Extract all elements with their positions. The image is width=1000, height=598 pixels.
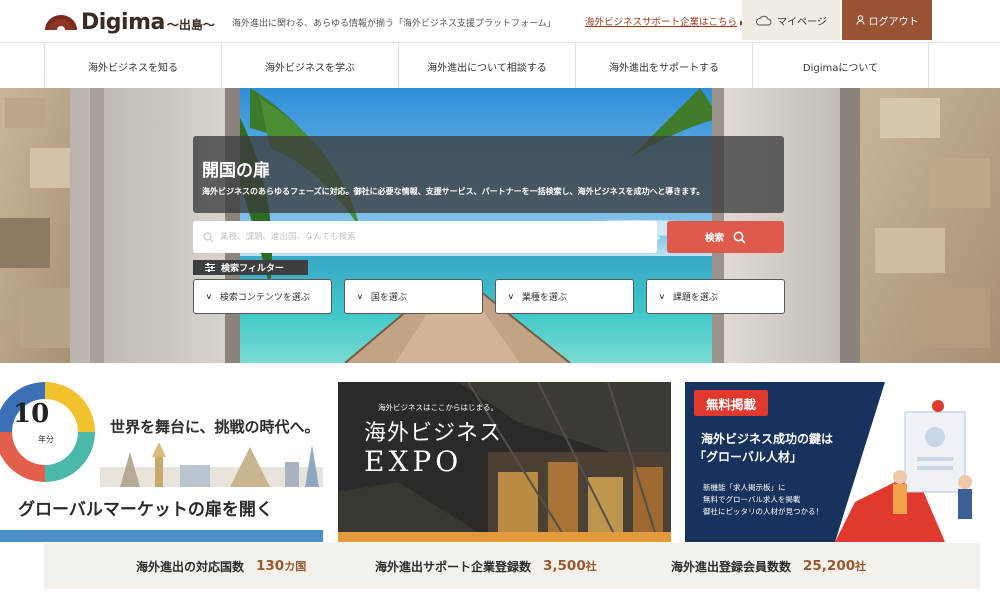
banner3-line: 無料でグローバル求人を掲載 xyxy=(703,495,801,504)
nav-item-label: 海外ビジネスを学ぶ xyxy=(265,62,355,74)
nav-item-label: Digimaについて xyxy=(802,62,879,74)
world-landmarks-illustration xyxy=(100,442,323,487)
nav-item-know[interactable]: 海外ビジネスを知る xyxy=(44,43,221,89)
search-filter-label: 検索フィルター xyxy=(193,260,308,275)
expo-title: 海外ビジネス xyxy=(364,421,503,446)
banner-10th-anniversary[interactable]: 10 年分 世界を舞台に、挑戦の時代へ。 グローバルマーケットの扉を開く xyxy=(0,382,323,542)
nav-item-label: 海外ビジネスを知る xyxy=(88,62,178,74)
chevron-down-icon: ∨ xyxy=(658,292,666,301)
stat-label: 海外進出の対応国数 xyxy=(136,559,245,574)
stat-support-companies: 海外進出サポート企業登録数 3,500 社 xyxy=(375,543,597,589)
banner3-body-text: 新機能「求人掲示板」に 無料でグローバル求人を掲載 御社にピッタリの人材が見つか… xyxy=(703,482,823,518)
stat-members: 海外進出登録会員数数 25,200 社 xyxy=(671,543,866,589)
search-icon xyxy=(203,231,214,242)
support-link-label: 海外ビジネスサポート企業はこちら xyxy=(585,17,738,28)
search-button-label: 検索 xyxy=(704,233,724,244)
filter-content-select[interactable]: ∨ 検索コンテンツを選ぶ xyxy=(193,279,332,314)
banner1-bottom-strip xyxy=(0,530,323,542)
banner3-line: 御社にピッタリの人材が見つかる！ xyxy=(703,507,823,516)
banner1-headline: グローバルマーケットの扉を開く xyxy=(18,500,273,520)
banner3-headline-1: 海外ビジネス成功の鍵は xyxy=(701,432,834,446)
logout-label: ログアウト xyxy=(868,16,919,28)
user-icon xyxy=(856,15,864,25)
banner-expo[interactable]: 海外ビジネスはここからはじまる。 海外ビジネス EXPO xyxy=(338,382,671,542)
search-input[interactable] xyxy=(220,232,650,242)
banner2-bottom-strip xyxy=(338,532,671,542)
nav-item-about[interactable]: Digimaについて xyxy=(752,43,929,89)
stat-unit: 社 xyxy=(855,560,867,573)
stat-value: 25,200 xyxy=(803,558,856,574)
stat-value: 130 xyxy=(256,558,285,574)
expo-tagline: 海外ビジネスはここからはじまる。 xyxy=(378,403,498,412)
nav-item-consult[interactable]: 海外進出について相談する xyxy=(398,43,575,89)
main-navigation: 海外ビジネスを知る 海外ビジネスを学ぶ 海外進出について相談する 海外進出をサポ… xyxy=(0,42,1000,89)
chevron-down-icon: ∨ xyxy=(507,292,515,301)
nav-item-label: 海外進出をサポートする xyxy=(609,62,719,74)
expo-logo-text: EXPO xyxy=(364,445,463,478)
fan-logo-icon xyxy=(45,14,77,30)
logo-text: Digima xyxy=(81,9,165,35)
mypage-label: マイページ xyxy=(777,16,827,28)
hero-title: 開国の扉 xyxy=(202,161,270,181)
hero-description: 海外ビジネスのあらゆるフェーズに対応。御社に必要な情報、支援サービス、パートナー… xyxy=(202,187,705,196)
sliders-icon xyxy=(205,263,215,272)
filter-label-text: 検索フィルター xyxy=(221,264,284,274)
banner3-line: 新機能「求人掲示板」に xyxy=(703,483,786,492)
chevron-down-icon: ∨ xyxy=(356,292,364,301)
free-listing-badge: 無料掲載 xyxy=(694,390,768,416)
banner3-headline-2: 「グローバル人材」 xyxy=(694,450,802,464)
stats-bar: 海外進出の対応国数 130 カ国 海外進出サポート企業登録数 3,500 社 海外進… xyxy=(44,543,980,589)
site-tagline: 海外進出に関わる、あらゆる情報が揃う「海外ビジネス支援プラットフォーム」 xyxy=(232,19,556,29)
filter-industry-select[interactable]: ∨ 業種を選ぶ xyxy=(495,279,634,314)
filter-select-label: 業種を選ぶ xyxy=(521,293,567,303)
stat-label: 海外進出登録会員数数 xyxy=(671,559,792,574)
filter-issue-select[interactable]: ∨ 課題を選ぶ xyxy=(646,279,785,314)
logout-button[interactable]: ログアウト xyxy=(842,0,932,40)
banner1-catchphrase: 世界を舞台に、挑戦の時代へ。 xyxy=(110,418,320,436)
stat-value: 3,500 xyxy=(543,558,586,574)
stat-countries: 海外進出の対応国数 130 カ国 xyxy=(136,543,306,589)
site-header: Digima 〜出島〜 海外進出に関わる、あらゆる情報が揃う「海外ビジネス支援プ… xyxy=(0,0,1000,42)
search-field-wrapper xyxy=(193,221,657,253)
filter-country-select[interactable]: ∨ 国を選ぶ xyxy=(344,279,483,314)
nav-item-learn[interactable]: 海外ビジネスを学ぶ xyxy=(221,43,398,89)
filter-select-label: 国を選ぶ xyxy=(370,293,407,303)
nav-item-label: 海外進出について相談する xyxy=(427,62,547,74)
chevron-down-icon: ∨ xyxy=(205,292,213,301)
stat-label: 海外進出サポート企業登録数 xyxy=(375,559,532,574)
anniversary-unit: 年分 xyxy=(38,435,54,444)
stat-unit: カ国 xyxy=(284,560,307,573)
stat-unit: 社 xyxy=(585,560,597,573)
filter-select-label: 課題を選ぶ xyxy=(672,293,718,303)
filter-select-label: 検索コンテンツを選ぶ xyxy=(219,293,310,303)
site-logo[interactable]: Digima 〜出島〜 xyxy=(44,8,215,36)
search-button[interactable]: 検索 xyxy=(667,221,784,253)
banner-global-talent[interactable]: 無料掲載 海外ビジネス成功の鍵は 「グローバル人材」 新機能「求人掲示板」に 無… xyxy=(685,382,1000,542)
cloud-icon xyxy=(756,15,772,25)
search-icon xyxy=(733,231,746,244)
hero-text-panel: 開国の扉 海外ビジネスのあらゆるフェーズに対応。御社に必要な情報、支援サービス、… xyxy=(193,136,784,213)
nav-item-support[interactable]: 海外進出をサポートする xyxy=(575,43,752,89)
mypage-button[interactable]: マイページ xyxy=(742,0,840,40)
anniversary-number: 10 xyxy=(13,399,50,429)
hero-section: 開国の扉 海外ビジネスのあらゆるフェーズに対応。御社に必要な情報、支援サービス、… xyxy=(0,88,1000,363)
logo-subtext: 〜出島〜 xyxy=(166,17,215,32)
support-company-link[interactable]: 海外ビジネスサポート企業はこちら▶ xyxy=(585,14,745,28)
